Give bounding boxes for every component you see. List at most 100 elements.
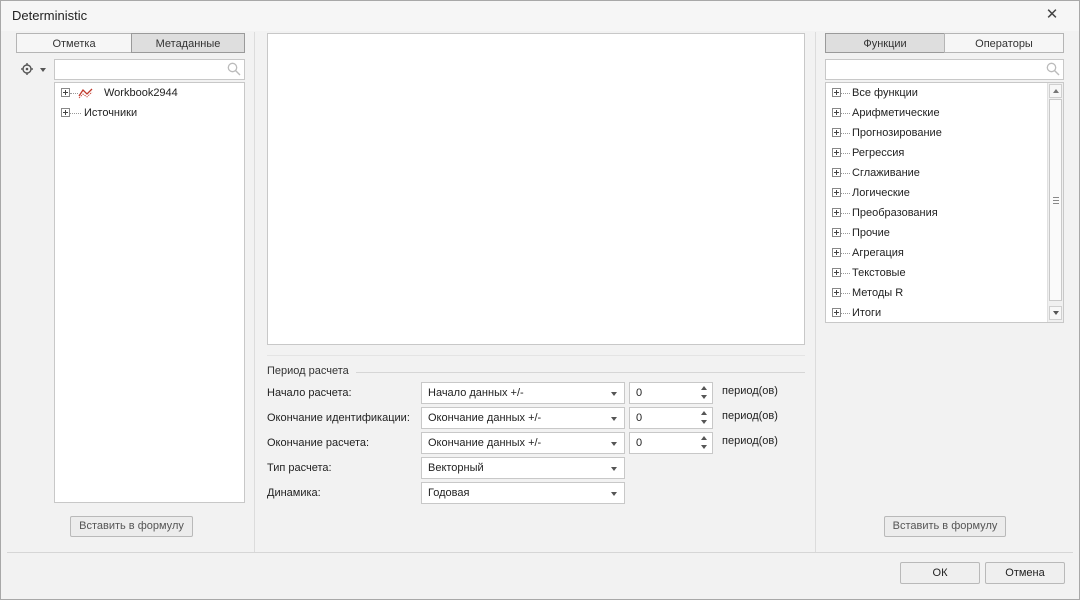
functions-tree: Все функции Арифметические Прогнозирование… — [825, 82, 1064, 323]
cancel-button[interactable]: Отмена — [985, 562, 1065, 584]
function-group-label: Прочие — [852, 227, 890, 239]
insert-into-formula-button-right[interactable]: Вставить в формулу — [884, 516, 1006, 537]
calc-end-label: Окончание расчета: — [267, 437, 370, 449]
calc-type-label: Тип расчета: — [267, 462, 332, 474]
ident-end-label: Окончание идентификации: — [267, 412, 410, 424]
close-icon[interactable]: ✕ — [1043, 6, 1061, 24]
function-group-label: Сглаживание — [852, 167, 920, 179]
calc-start-label: Начало расчета: — [267, 387, 352, 399]
function-group-label: Преобразования — [852, 207, 938, 219]
expand-icon[interactable] — [832, 308, 841, 317]
section-divider — [356, 372, 805, 373]
dialog-window: Deterministic ✕ Отметка Метаданные Workb… — [0, 0, 1080, 600]
scroll-down-button[interactable] — [1049, 306, 1062, 320]
expand-icon[interactable] — [832, 248, 841, 257]
expand-icon[interactable] — [832, 208, 841, 217]
gear-icon — [21, 63, 33, 75]
settings-dropdown[interactable] — [21, 62, 51, 76]
spin-down-icon[interactable] — [701, 395, 707, 399]
metadata-tree: Workbook2944 Источники — [54, 82, 245, 503]
search-icon — [227, 62, 241, 76]
function-group-item[interactable]: Методы R — [826, 283, 1046, 303]
expand-icon[interactable] — [832, 128, 841, 137]
ident-end-value: Окончание данных +/- — [428, 412, 542, 424]
stepper-value: 0 — [636, 412, 643, 424]
unit-label: период(ов) — [722, 410, 778, 422]
function-group-label: Прогнозирование — [852, 127, 942, 139]
scroll-up-button[interactable] — [1049, 84, 1062, 98]
metadata-search-input[interactable] — [54, 59, 245, 80]
tree-item-label: Источники — [84, 107, 138, 119]
expand-icon[interactable] — [832, 268, 841, 277]
expand-icon[interactable] — [832, 188, 841, 197]
scroll-thumb[interactable] — [1049, 99, 1062, 301]
expand-icon[interactable] — [61, 108, 70, 117]
tab-operators[interactable]: Операторы — [944, 33, 1064, 53]
function-group-item[interactable]: Преобразования — [826, 203, 1046, 223]
spin-up-icon[interactable] — [701, 386, 707, 390]
tab-metadata[interactable]: Метаданные — [131, 33, 245, 53]
ok-button[interactable]: ОК — [900, 562, 980, 584]
ident-end-select[interactable]: Окончание данных +/- — [421, 407, 625, 429]
calc-start-select[interactable]: Начало данных +/- — [421, 382, 625, 404]
spin-down-icon[interactable] — [701, 445, 707, 449]
tab-mark[interactable]: Отметка — [16, 33, 132, 53]
dynamics-label: Динамика: — [267, 487, 321, 499]
function-group-label: Агрегация — [852, 247, 904, 259]
chevron-down-icon — [611, 492, 617, 496]
insert-into-formula-button-left[interactable]: Вставить в формулу — [70, 516, 193, 537]
tree-item-workbook[interactable]: Workbook2944 — [55, 83, 244, 103]
function-group-item[interactable]: Итоги — [826, 303, 1046, 323]
function-group-item[interactable]: Сглаживание — [826, 163, 1046, 183]
chevron-down-icon — [611, 467, 617, 471]
expand-icon[interactable] — [832, 108, 841, 117]
calc-type-value: Векторный — [428, 462, 484, 474]
formula-editor[interactable] — [267, 33, 805, 345]
chevron-down-icon — [611, 417, 617, 421]
calc-start-value: Начало данных +/- — [428, 387, 524, 399]
ident-end-stepper[interactable]: 0 — [629, 407, 713, 429]
function-group-item[interactable]: Все функции — [826, 83, 1046, 103]
function-group-label: Итоги — [852, 307, 882, 319]
chevron-down-icon — [611, 392, 617, 396]
expand-icon[interactable] — [832, 88, 841, 97]
dynamics-value: Годовая — [428, 487, 470, 499]
spin-up-icon[interactable] — [701, 436, 707, 440]
title-bar: Deterministic ✕ — [1, 1, 1079, 31]
stepper-value: 0 — [636, 437, 643, 449]
workbook-chart-icon — [78, 88, 93, 99]
calc-type-select[interactable]: Векторный — [421, 457, 625, 479]
expand-icon[interactable] — [832, 148, 841, 157]
function-group-item[interactable]: Арифметические — [826, 103, 1046, 123]
chevron-down-icon — [40, 68, 46, 72]
function-group-label: Регрессия — [852, 147, 905, 159]
function-group-item[interactable]: Текстовые — [826, 263, 1046, 283]
calc-end-stepper[interactable]: 0 — [629, 432, 713, 454]
tab-functions[interactable]: Функции — [825, 33, 945, 53]
calc-start-stepper[interactable]: 0 — [629, 382, 713, 404]
calc-end-value: Окончание данных +/- — [428, 437, 542, 449]
unit-label: период(ов) — [722, 385, 778, 397]
function-group-item[interactable]: Агрегация — [826, 243, 1046, 263]
functions-search-input[interactable] — [825, 59, 1064, 80]
function-group-label: Все функции — [852, 87, 918, 99]
function-group-label: Логические — [852, 187, 910, 199]
spin-up-icon[interactable] — [701, 411, 707, 415]
expand-icon[interactable] — [832, 288, 841, 297]
dynamics-select[interactable]: Годовая — [421, 482, 625, 504]
function-group-item[interactable]: Логические — [826, 183, 1046, 203]
tree-item-sources[interactable]: Источники — [55, 103, 244, 123]
function-group-label: Методы R — [852, 287, 904, 299]
unit-label: период(ов) — [722, 435, 778, 447]
stepper-value: 0 — [636, 387, 643, 399]
spin-down-icon[interactable] — [701, 420, 707, 424]
chevron-down-icon — [611, 442, 617, 446]
expand-icon[interactable] — [832, 168, 841, 177]
expand-icon[interactable] — [61, 88, 70, 97]
calc-end-select[interactable]: Окончание данных +/- — [421, 432, 625, 454]
function-group-item[interactable]: Регрессия — [826, 143, 1046, 163]
expand-icon[interactable] — [832, 228, 841, 237]
function-group-item[interactable]: Прочие — [826, 223, 1046, 243]
functions-scrollbar[interactable] — [1047, 83, 1063, 322]
function-group-item[interactable]: Прогнозирование — [826, 123, 1046, 143]
